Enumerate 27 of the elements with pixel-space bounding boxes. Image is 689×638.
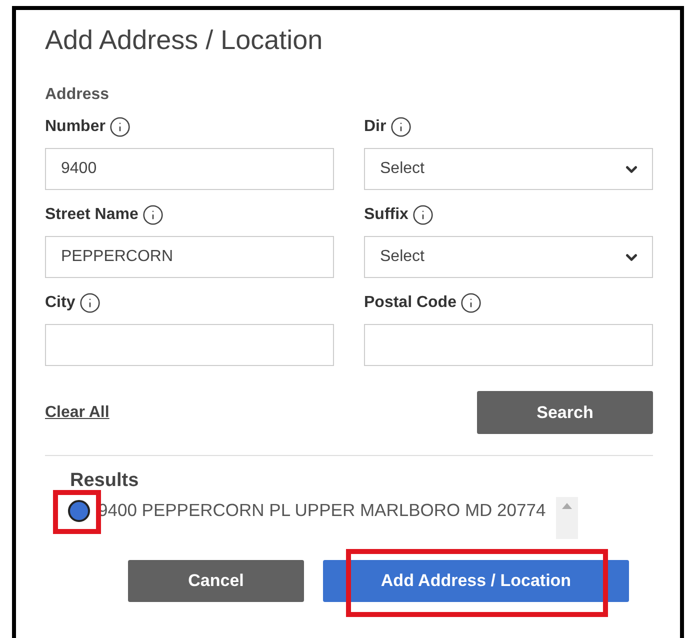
info-icon[interactable] [390,116,412,138]
section-label: Address [45,86,110,104]
info-icon[interactable] [142,204,164,226]
input-field[interactable] [45,324,334,366]
dialog-title: Add Address / Location [45,24,324,56]
input-field[interactable] [364,324,653,366]
select-field[interactable]: Select [364,236,653,278]
cancel-button[interactable]: Cancel [128,560,304,602]
radio-button[interactable] [68,500,90,522]
add-button[interactable]: Add Address / Location [323,560,629,602]
field-label: Postal Code [364,294,456,312]
select-field[interactable]: Select [364,148,653,190]
results-heading: Results [70,470,140,492]
field-label: Number [45,118,106,136]
field-label: Suffix [364,206,408,224]
input-field[interactable]: 9400 [45,148,334,190]
field-label: Street Name [45,206,138,224]
scrollbar[interactable] [556,497,578,539]
input-field[interactable]: PEPPERCORN [45,236,334,278]
info-icon[interactable] [412,204,434,226]
field-label: City [45,294,76,312]
info-icon[interactable] [460,292,482,314]
field-label: Dir [364,118,386,136]
info-icon[interactable] [79,292,102,314]
info-icon[interactable] [109,116,132,138]
search-button[interactable]: Search [477,391,653,434]
clear-all-link[interactable]: Clear All [45,404,110,422]
